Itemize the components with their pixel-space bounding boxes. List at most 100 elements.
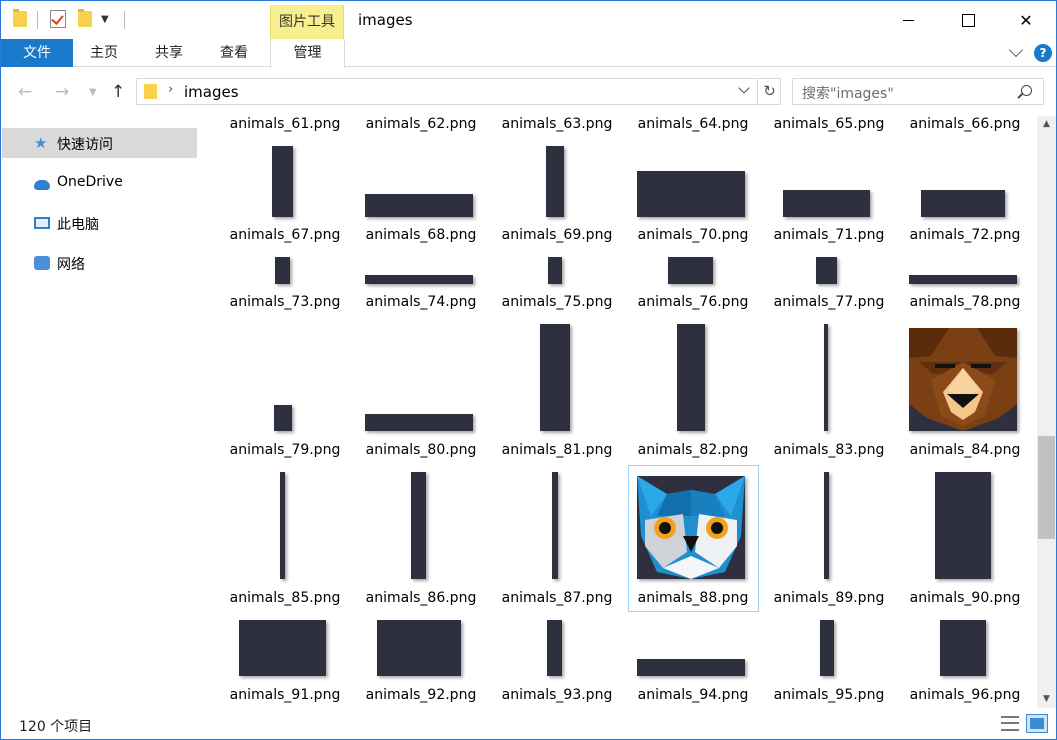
image-thumbnail[interactable] [940,620,986,676]
nav-item-quick-access[interactable]: ★ 快速访问 [2,128,197,158]
new-folder-icon[interactable] [78,9,92,27]
file-label[interactable]: animals_79.png [217,442,353,458]
tab-home[interactable]: 主页 [79,39,129,67]
refresh-icon[interactable]: ↻ [757,79,781,104]
file-label[interactable]: animals_65.png [761,116,897,132]
image-thumbnail[interactable] [677,324,705,431]
up-arrow-icon[interactable]: ↑ [111,82,125,102]
image-thumbnail[interactable] [820,620,834,676]
scroll-thumb[interactable] [1038,436,1055,539]
recent-locations-chevron-icon[interactable]: ▼ [89,87,97,98]
nav-item-onedrive[interactable]: OneDrive [2,168,197,198]
file-label[interactable]: animals_83.png [761,442,897,458]
image-thumbnail[interactable] [546,146,564,217]
image-thumbnail[interactable] [275,257,290,284]
details-view-icon[interactable] [1001,716,1019,731]
image-thumbnail[interactable] [668,257,713,284]
file-label[interactable]: animals_90.png [897,590,1033,606]
file-label[interactable]: animals_81.png [489,442,625,458]
image-thumbnail[interactable] [365,414,473,431]
forward-arrow-icon[interactable]: → [55,82,69,102]
customize-dropdown-icon[interactable]: ▼ [101,14,109,25]
tab-view[interactable]: 查看 [209,39,259,67]
file-label[interactable]: animals_84.png [897,442,1033,458]
minimize-button[interactable] [878,1,938,39]
image-thumbnail[interactable] [824,324,828,431]
file-label[interactable]: animals_72.png [897,227,1033,243]
file-label[interactable]: animals_67.png [217,227,353,243]
address-dropdown-icon[interactable] [738,82,750,94]
image-thumbnail[interactable] [816,257,837,284]
scroll-up-icon[interactable]: ▲ [1037,116,1056,133]
breadcrumb-chevron-icon[interactable]: › [168,82,173,97]
file-label[interactable]: animals_63.png [489,116,625,132]
file-label[interactable]: animals_77.png [761,294,897,310]
image-thumbnail[interactable] [552,472,558,579]
image-thumbnail[interactable] [909,275,1017,284]
file-label[interactable]: animals_80.png [353,442,489,458]
image-thumbnail[interactable] [365,194,473,217]
file-label[interactable]: animals_82.png [625,442,761,458]
image-thumbnail[interactable] [272,146,293,217]
file-label[interactable]: animals_94.png [625,687,761,703]
vertical-scrollbar[interactable]: ▲ ▼ [1037,116,1056,708]
image-thumbnail[interactable] [274,405,292,431]
breadcrumb-images[interactable]: images [184,83,239,101]
file-label[interactable]: animals_78.png [897,294,1033,310]
close-button[interactable]: ✕ [996,1,1056,39]
file-label[interactable]: animals_96.png [897,687,1033,703]
image-thumbnail[interactable] [824,472,829,579]
file-label[interactable]: animals_87.png [489,590,625,606]
file-label[interactable]: animals_64.png [625,116,761,132]
maximize-button[interactable] [938,1,998,39]
file-label[interactable]: animals_69.png [489,227,625,243]
nav-item-network[interactable]: 网络 [2,248,197,278]
owl-thumbnail[interactable] [637,476,745,579]
image-thumbnail[interactable] [280,472,285,579]
large-icons-view-icon[interactable] [1026,714,1048,733]
image-thumbnail[interactable] [783,190,870,217]
file-label[interactable]: animals_85.png [217,590,353,606]
file-label[interactable]: animals_70.png [625,227,761,243]
address-bar[interactable]: › images ↻ [136,78,781,105]
file-label[interactable]: animals_73.png [217,294,353,310]
file-label[interactable]: animals_71.png [761,227,897,243]
search-input[interactable]: 搜索"images" [792,78,1044,105]
tab-share[interactable]: 共享 [144,39,194,67]
file-label[interactable]: animals_93.png [489,687,625,703]
file-label[interactable]: animals_62.png [353,116,489,132]
file-label[interactable]: animals_68.png [353,227,489,243]
image-thumbnail[interactable] [637,659,745,676]
file-label[interactable]: animals_89.png [761,590,897,606]
expand-ribbon-chevron-icon[interactable] [1008,42,1024,58]
scroll-down-icon[interactable]: ▼ [1037,691,1056,708]
file-label[interactable]: animals_61.png [217,116,353,132]
properties-check-icon[interactable] [50,10,66,28]
search-icon[interactable] [1021,85,1032,96]
image-thumbnail[interactable] [377,620,461,676]
image-thumbnail[interactable] [548,257,562,284]
file-label[interactable]: animals_74.png [353,294,489,310]
image-thumbnail[interactable] [921,190,1005,217]
image-thumbnail[interactable] [365,275,473,284]
tab-file[interactable]: 文件 [1,39,73,67]
file-label[interactable]: animals_66.png [897,116,1033,132]
image-thumbnail[interactable] [540,324,570,431]
image-thumbnail[interactable] [411,472,426,579]
image-thumbnail[interactable] [935,472,991,579]
nav-item-this-pc[interactable]: 此电脑 [2,208,197,238]
image-thumbnail[interactable] [239,620,326,676]
image-thumbnail[interactable] [637,171,745,217]
help-icon[interactable]: ? [1034,44,1052,62]
file-label[interactable]: animals_92.png [353,687,489,703]
file-label[interactable]: animals_91.png [217,687,353,703]
tab-manage[interactable]: 管理 [270,39,345,68]
back-arrow-icon[interactable]: ← [18,82,32,102]
bear-thumbnail[interactable] [909,328,1017,431]
image-thumbnail[interactable] [547,620,562,676]
file-label-selected[interactable]: animals_88.png [625,590,761,606]
file-label[interactable]: animals_75.png [489,294,625,310]
file-label[interactable]: animals_95.png [761,687,897,703]
file-label[interactable]: animals_86.png [353,590,489,606]
file-label[interactable]: animals_76.png [625,294,761,310]
